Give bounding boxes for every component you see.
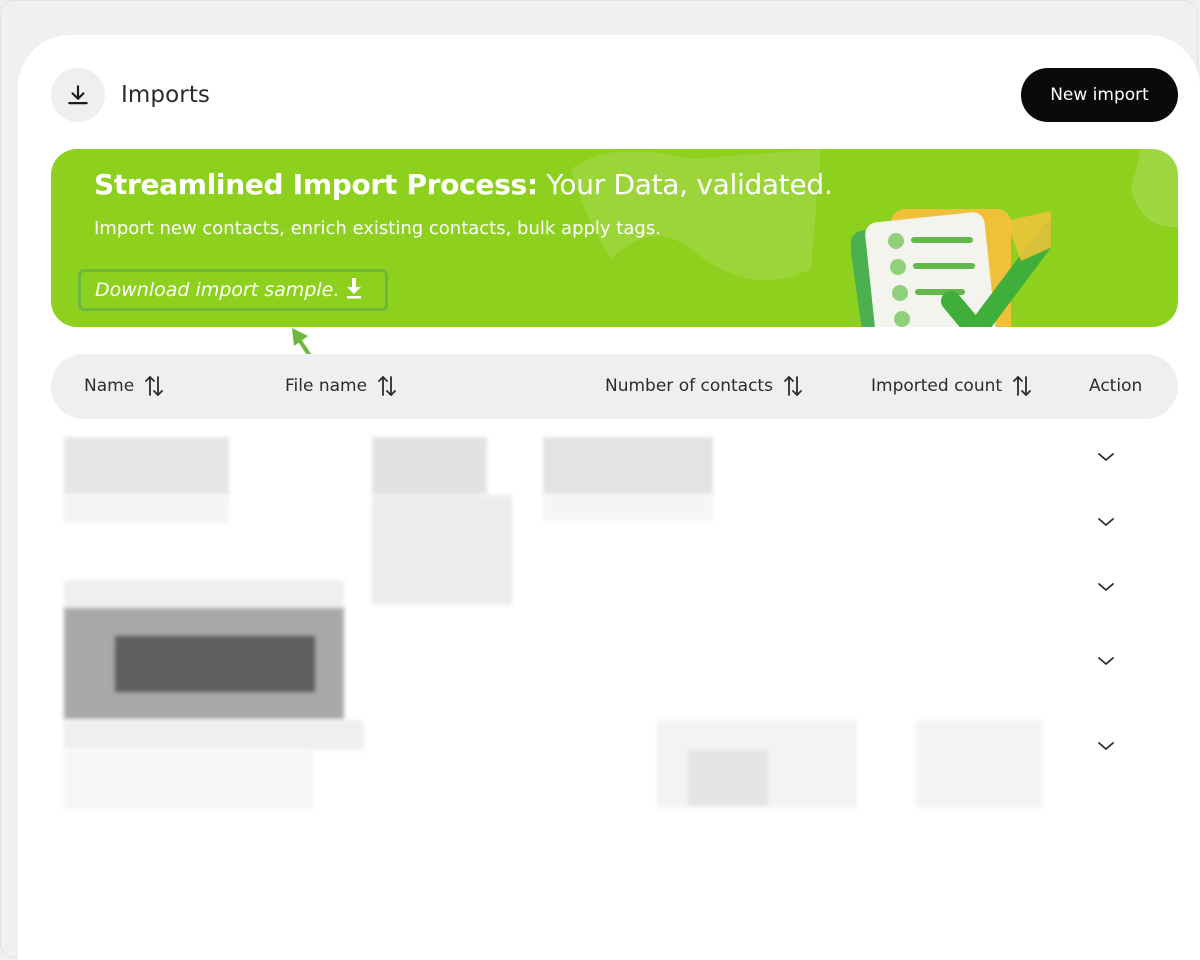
column-label: Number of contacts [605,376,773,396]
column-header-name[interactable]: Name [84,375,164,397]
row-expand-chevron-down-icon[interactable] [1094,575,1118,599]
column-header-number-of-contacts[interactable]: Number of contacts [605,375,803,397]
sort-icon[interactable] [1012,375,1032,397]
column-header-file-name[interactable]: File name [285,375,397,397]
sort-icon[interactable] [783,375,803,397]
column-label: File name [285,376,368,396]
promo-banner: Streamlined Import Process: Your Data, v… [51,149,1178,327]
row-expand-chevron-down-icon[interactable] [1094,510,1118,534]
column-header-imported-count[interactable]: Imported count [871,375,1032,397]
column-header-action: Action [1089,375,1142,397]
checklist-illustration-icon [851,209,1051,327]
column-label: Name [84,376,135,396]
new-import-button[interactable]: New import [1021,68,1178,122]
row-expand-chevron-down-icon[interactable] [1094,445,1118,469]
column-label: Imported count [871,376,1003,396]
download-icon [345,277,363,303]
row-expand-chevron-down-icon[interactable] [1094,649,1118,673]
sort-icon[interactable] [377,375,397,397]
table-header: Name File name Number of contacts Import… [51,354,1178,419]
banner-title: Streamlined Import Process: Your Data, v… [94,167,833,203]
page-title: Imports [121,82,211,108]
download-sample-link[interactable]: Download import sample. [78,269,388,311]
banner-title-rest: Your Data, validated. [537,168,833,201]
sort-icon[interactable] [144,375,164,397]
row-expand-chevron-down-icon[interactable] [1094,734,1118,758]
import-icon [51,68,105,122]
column-label: Action [1089,376,1143,396]
banner-title-bold: Streamlined Import Process: [94,168,538,201]
download-sample-label: Download import sample. [95,279,340,301]
banner-subtitle: Import new contacts, enrich existing con… [94,218,661,239]
